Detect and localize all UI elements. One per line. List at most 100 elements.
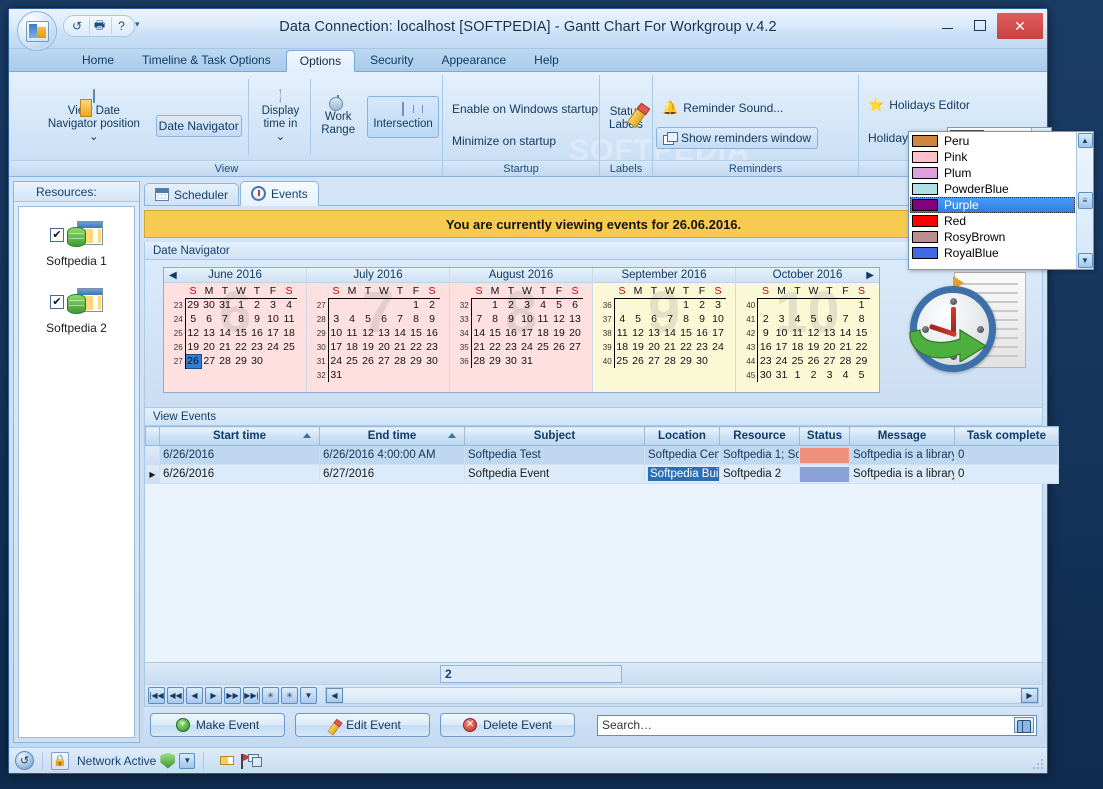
calendar-day[interactable]: 6 bbox=[567, 298, 583, 312]
calendar-day-selected[interactable]: 26 bbox=[184, 353, 202, 369]
chevron-down-icon[interactable]: ▾ bbox=[135, 19, 140, 30]
calendar-day[interactable]: 2 bbox=[758, 312, 774, 326]
calendar-grid[interactable]: S M T W T F S 36 1 2 3 37 4 5 6 7 8 9 10 38 11 12 13 14 15 16 17 39… bbox=[602, 284, 726, 368]
cell-subject[interactable]: Softpedia Test bbox=[464, 445, 645, 465]
calendar-day[interactable]: 13 bbox=[822, 326, 838, 340]
cell-status[interactable] bbox=[799, 445, 850, 465]
calendar-month-june[interactable]: ◀ June 2016 6 S M T W T F S 23 29 30 31 1 2 3 4 24 5 6 7 8 9 10 1… bbox=[164, 268, 307, 392]
calendar-day[interactable]: 9 bbox=[503, 312, 519, 326]
calendar-day[interactable]: 17 bbox=[710, 326, 726, 340]
calendar-day[interactable]: 30 bbox=[201, 298, 217, 312]
table-row[interactable]: ▶ 6/26/2016 6/27/2016 Softpedia Event Softpe… bbox=[145, 464, 1059, 484]
calendar-day[interactable]: 23 bbox=[758, 354, 774, 368]
calendar-day[interactable]: 20 bbox=[201, 340, 217, 354]
close-button[interactable]: ✕ bbox=[997, 13, 1043, 39]
color-option-red[interactable]: Red bbox=[910, 213, 1075, 229]
edit-event-button[interactable]: Edit Event bbox=[295, 713, 430, 737]
calendar-day[interactable]: 23 bbox=[424, 340, 440, 354]
show-reminders-window-item[interactable]: Show reminders window bbox=[656, 126, 819, 149]
status-labels-button[interactable]: Status Labels bbox=[603, 102, 649, 134]
resource-item-softpedia-1[interactable]: ✔ Softpedia 1 bbox=[19, 215, 134, 282]
calendar-day[interactable]: 19 bbox=[630, 340, 646, 354]
calendar-day[interactable]: 9 bbox=[424, 312, 440, 326]
calendar-day[interactable]: 1 bbox=[487, 298, 503, 312]
network-icon[interactable] bbox=[248, 754, 263, 767]
calendar-next-button[interactable]: ▶ bbox=[866, 268, 874, 283]
calendar-day[interactable]: 22 bbox=[408, 340, 424, 354]
intersection-button[interactable]: Intersection bbox=[367, 95, 439, 138]
calendar-day[interactable]: 24 bbox=[328, 354, 344, 368]
nav-prev-button[interactable]: ◀ bbox=[186, 687, 203, 704]
make-event-button[interactable]: + Make Event bbox=[150, 713, 285, 737]
calendar-day[interactable]: 26 bbox=[360, 354, 376, 368]
lock-icon[interactable]: 🔒 bbox=[51, 751, 69, 770]
calendar-day[interactable]: 30 bbox=[694, 354, 710, 368]
refresh-icon[interactable]: ↺ bbox=[15, 751, 34, 770]
color-option-pink[interactable]: Pink bbox=[910, 149, 1075, 165]
table-row[interactable]: 6/26/2016 6/26/2016 4:00:00 AM Softpedia T… bbox=[145, 445, 1059, 465]
enable-on-windows-startup-item[interactable]: Enable on Windows startup bbox=[446, 99, 604, 119]
cell-resource[interactable]: Softpedia 2 bbox=[719, 464, 800, 484]
color-option-rosybrown[interactable]: RosyBrown bbox=[910, 229, 1075, 245]
calendar-day[interactable]: 8 bbox=[233, 312, 249, 326]
tab-scheduler[interactable]: Scheduler bbox=[144, 183, 240, 205]
calendar-day[interactable]: 3 bbox=[822, 368, 838, 382]
calendar-grid[interactable]: S M T W T F S 27 1 2 28 3 4 5 6 7 8 9 29 10 11 12 13 14 15 16 30 17… bbox=[316, 284, 440, 382]
calendar-day[interactable]: 4 bbox=[790, 312, 806, 326]
nav-prev-page-button[interactable]: ◀◀ bbox=[167, 687, 184, 704]
nav-first-button[interactable]: |◀◀ bbox=[148, 687, 165, 704]
calendar-day[interactable]: 10 bbox=[265, 312, 281, 326]
calendar-day[interactable]: 3 bbox=[774, 312, 790, 326]
resource-checkbox[interactable]: ✔ bbox=[50, 228, 64, 242]
calendar-day[interactable]: 26 bbox=[806, 354, 822, 368]
calendar-day[interactable]: 13 bbox=[376, 326, 392, 340]
calendar-day[interactable]: 28 bbox=[392, 354, 408, 368]
calendar-day[interactable]: 7 bbox=[392, 312, 408, 326]
calendar-day[interactable]: 3 bbox=[328, 312, 344, 326]
calendar-day[interactable]: 25 bbox=[281, 340, 297, 354]
column-header-task-complete[interactable]: Task complete bbox=[954, 426, 1059, 446]
minimize-on-startup-item[interactable]: Minimize on startup bbox=[446, 131, 562, 151]
calendar-day[interactable]: 24 bbox=[774, 354, 790, 368]
calendar-day[interactable]: 15 bbox=[233, 326, 249, 340]
minimize-button[interactable] bbox=[931, 13, 963, 37]
scroll-right-button[interactable]: ▶ bbox=[1021, 688, 1038, 703]
reminder-sound-item[interactable]: 🔔 Reminder Sound... bbox=[656, 97, 789, 119]
calendar-day[interactable]: 19 bbox=[360, 340, 376, 354]
calendar-day[interactable]: 21 bbox=[217, 340, 233, 354]
calendar-day[interactable]: 15 bbox=[408, 326, 424, 340]
calendar-day[interactable]: 31 bbox=[774, 368, 790, 382]
calendar-day[interactable]: 2 bbox=[249, 298, 265, 312]
nav-insert-button[interactable]: ✳ bbox=[262, 687, 279, 704]
calendar-day[interactable]: 3 bbox=[710, 298, 726, 312]
scroll-down-button[interactable]: ▼ bbox=[1077, 253, 1093, 268]
calendar-day[interactable]: 9 bbox=[758, 326, 774, 340]
calendar-day[interactable]: 16 bbox=[694, 326, 710, 340]
calendar-day[interactable]: 18 bbox=[614, 340, 630, 354]
calendar-day[interactable]: 28 bbox=[217, 354, 233, 368]
cell-end-time[interactable]: 6/26/2016 4:00:00 AM bbox=[319, 445, 465, 465]
delete-event-button[interactable]: ✕ Delete Event bbox=[440, 713, 575, 737]
calendar-day[interactable]: 20 bbox=[822, 340, 838, 354]
calendar-day[interactable]: 15 bbox=[678, 326, 694, 340]
resource-checkbox[interactable]: ✔ bbox=[50, 295, 64, 309]
scrollbar-thumb[interactable]: ≡ bbox=[1077, 192, 1093, 209]
view-date-navigator-position-button[interactable]: View Date Navigator position ⌄ bbox=[38, 88, 150, 146]
calendar-day[interactable]: 17 bbox=[328, 340, 344, 354]
date-navigator-toggle[interactable]: Date Navigator bbox=[155, 114, 242, 137]
calendar-day[interactable]: 28 bbox=[471, 354, 487, 368]
nav-next-button[interactable]: ▶ bbox=[205, 687, 222, 704]
calendar-day[interactable]: 20 bbox=[376, 340, 392, 354]
calendar-day[interactable]: 22 bbox=[233, 340, 249, 354]
calendar-day[interactable]: 17 bbox=[774, 340, 790, 354]
calendar-grid[interactable]: S M T W T F S 32 1 2 3 4 5 6 33 7 8 9 10 11 12 13 34 14 15 16 17 18… bbox=[459, 284, 583, 368]
calendar-day[interactable]: 23 bbox=[694, 340, 710, 354]
calendar-day[interactable]: 10 bbox=[774, 326, 790, 340]
cell-task-complete[interactable]: 0 bbox=[954, 464, 1059, 484]
tab-help[interactable]: Help bbox=[521, 50, 572, 71]
calendar-month-august[interactable]: August 2016 8 S M T W T F S 32 1 2 3 4 5 6 33 7 8 9 10 11 12 13… bbox=[450, 268, 593, 392]
calendar-day[interactable]: 12 bbox=[185, 326, 201, 340]
column-header-subject[interactable]: Subject bbox=[464, 426, 645, 446]
calendar-day[interactable]: 20 bbox=[646, 340, 662, 354]
calendar-day[interactable]: 6 bbox=[646, 312, 662, 326]
